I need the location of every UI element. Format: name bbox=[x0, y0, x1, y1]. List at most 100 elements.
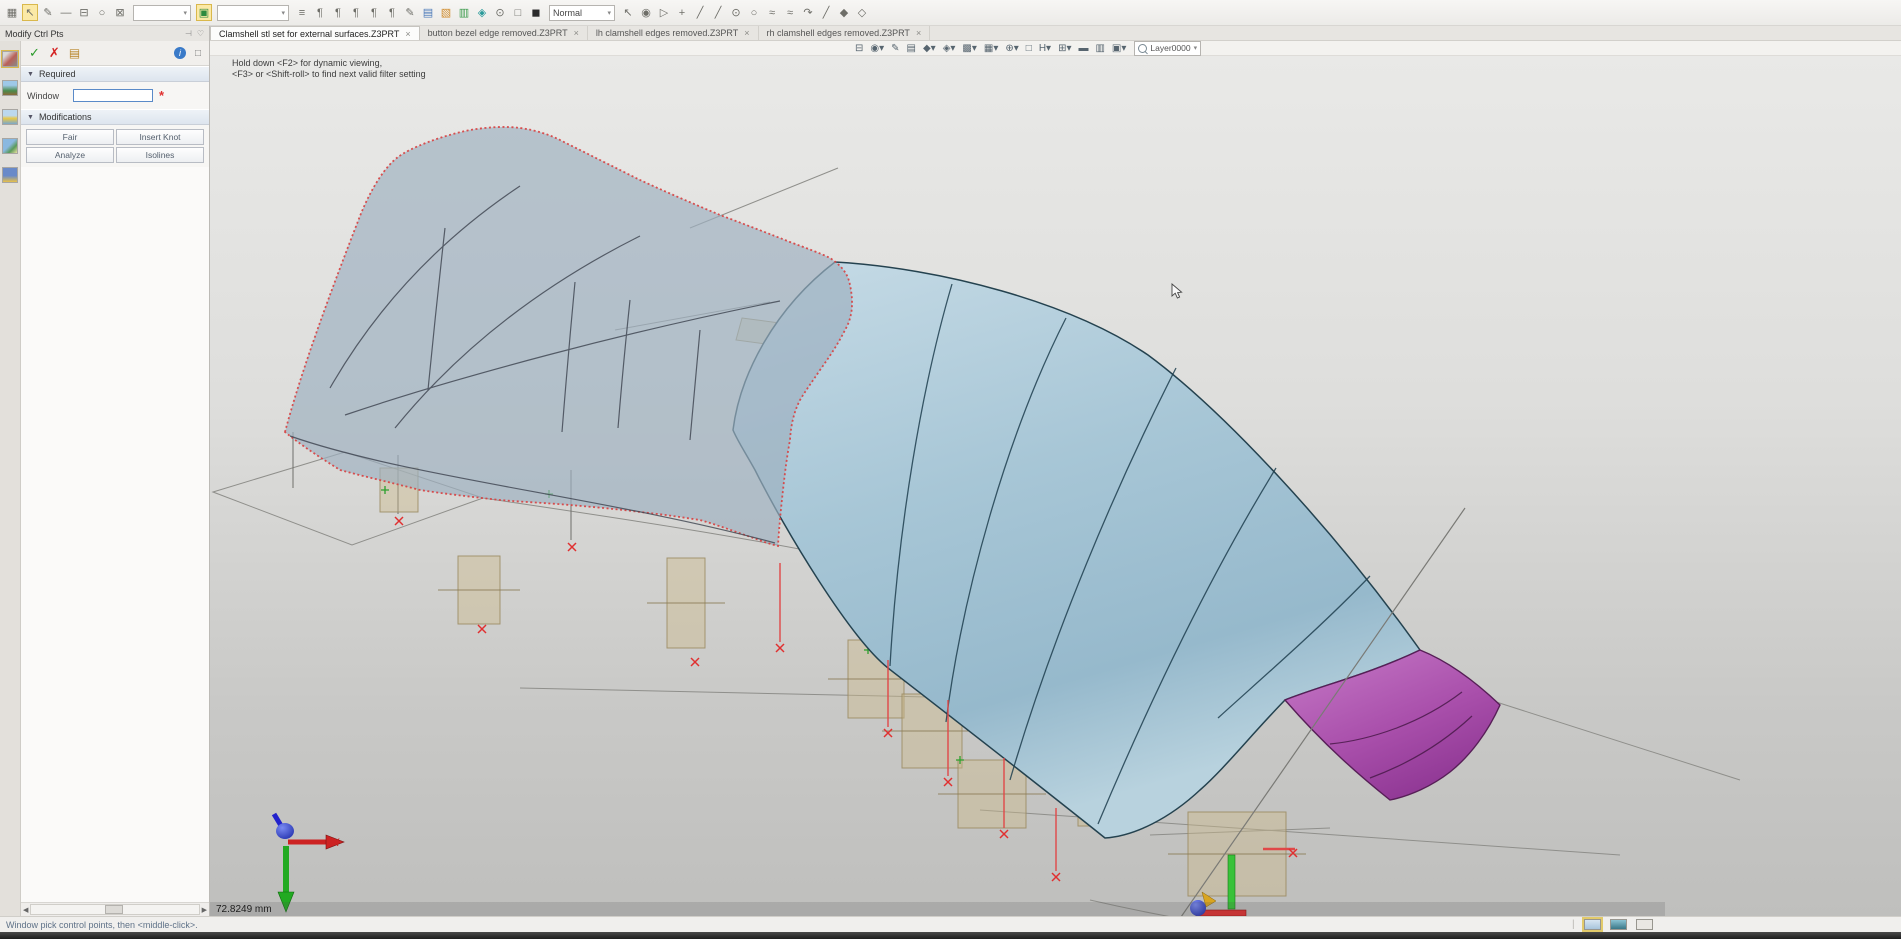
select-tool-icon[interactable]: ↖ bbox=[22, 4, 38, 21]
notebook-icon[interactable]: ▥ bbox=[456, 4, 472, 21]
line2-tool-icon[interactable]: ╱ bbox=[710, 4, 726, 21]
favorite-icon[interactable]: ♡ bbox=[197, 29, 204, 38]
section-icon[interactable]: H▾ bbox=[1039, 43, 1051, 54]
sheet-icon[interactable]: □ bbox=[510, 4, 526, 21]
clip-plane-icon[interactable]: ⊞▾ bbox=[1058, 43, 1071, 54]
pen-icon[interactable]: ✎ bbox=[402, 4, 418, 21]
search-combo[interactable]: ▾ bbox=[217, 5, 289, 21]
render-mode-icon[interactable]: ▣▾ bbox=[1112, 43, 1126, 54]
panel-body: ✓ ✗ ▤ i □ ▼ Required Window * ▼ Modifica… bbox=[21, 41, 209, 916]
dark-bar-icon[interactable]: ▬ bbox=[1078, 43, 1088, 54]
selection-filter-combo[interactable]: ▾ bbox=[133, 5, 191, 21]
ripple-icon[interactable]: ≡ bbox=[294, 4, 310, 21]
scrollbar-thumb[interactable] bbox=[105, 905, 123, 914]
blue-surface[interactable] bbox=[733, 262, 1420, 838]
reset-icon[interactable]: □ bbox=[195, 48, 201, 59]
spline-tool-icon[interactable]: ≈ bbox=[764, 4, 780, 21]
minus-tool-icon[interactable]: — bbox=[58, 4, 74, 21]
tab-clamshell-stl[interactable]: Clamshell stl set for external surfaces.… bbox=[210, 26, 420, 40]
tab-button-bezel[interactable]: button bezel edge removed.Z3PRT × bbox=[420, 26, 588, 40]
shade-mode-icon[interactable]: ◆▾ bbox=[923, 43, 936, 54]
3d-viewport[interactable]: X Hold down <F2> for dynamic viewing, <F… bbox=[210, 56, 1901, 916]
point2-tool-icon[interactable]: ◇ bbox=[854, 4, 870, 21]
window-pick-icon[interactable]: ⊟ bbox=[76, 4, 92, 21]
curve-tool-icon[interactable]: ≈ bbox=[782, 4, 798, 21]
scroll-right-arrow-icon[interactable]: ▶ bbox=[202, 906, 207, 914]
point-tool-icon[interactable]: ◆ bbox=[836, 4, 852, 21]
folder-icon[interactable]: ▧ bbox=[438, 4, 454, 21]
anchor-icon[interactable]: ⊕▾ bbox=[1005, 43, 1018, 54]
edit-view-icon[interactable]: ✎ bbox=[891, 43, 899, 54]
ok-button[interactable]: ✓ bbox=[29, 45, 40, 61]
layer-combo[interactable]: Layer0000 ▾ bbox=[1134, 41, 1201, 56]
chevron-down-icon: ▾ bbox=[278, 9, 285, 17]
cursor-icon[interactable]: ↖ bbox=[620, 4, 636, 21]
pick-pen-icon[interactable]: ✎ bbox=[40, 4, 56, 21]
play-icon[interactable]: ▷ bbox=[656, 4, 672, 21]
circle-tool-icon[interactable]: ○ bbox=[746, 4, 762, 21]
pin-icon[interactable]: ⊣ bbox=[185, 29, 192, 38]
isolines-button[interactable]: Isolines bbox=[116, 147, 204, 163]
window-input[interactable] bbox=[73, 89, 153, 102]
tab-lh-clamshell[interactable]: lh clamshell edges removed.Z3PRT × bbox=[588, 26, 759, 40]
modifications-section-header[interactable]: ▼ Modifications bbox=[21, 109, 209, 125]
marker-icon-5[interactable]: ¶ bbox=[384, 4, 400, 21]
close-icon[interactable]: × bbox=[916, 28, 921, 38]
panel-scrollbar[interactable]: ◀ ▶ bbox=[21, 902, 209, 916]
active-part-icon[interactable]: ▣ bbox=[196, 4, 212, 21]
modifications-section-label: Modifications bbox=[39, 112, 92, 122]
app-grid-icon[interactable]: ▦ bbox=[4, 4, 20, 21]
viewport-toggle-icon[interactable] bbox=[1610, 919, 1627, 930]
frame-icon[interactable]: □ bbox=[1026, 43, 1032, 54]
align-view-icon[interactable]: ⊟ bbox=[855, 43, 863, 54]
tab-label: button bezel edge removed.Z3PRT bbox=[428, 28, 568, 38]
required-section-header[interactable]: ▼ Required bbox=[21, 66, 209, 82]
polygon-pick-icon[interactable]: ⊠ bbox=[112, 4, 128, 21]
marker-icon-1[interactable]: ¶ bbox=[312, 4, 328, 21]
marker-icon-4[interactable]: ¶ bbox=[366, 4, 382, 21]
shade-swatch-icon[interactable]: ◼ bbox=[528, 4, 544, 21]
plane-display-icon[interactable]: ▥ bbox=[1095, 43, 1104, 54]
assembly-tab-icon[interactable] bbox=[2, 167, 18, 183]
line-tool-icon[interactable]: ╱ bbox=[692, 4, 708, 21]
analyze-button[interactable]: Analyze bbox=[26, 147, 114, 163]
arc-tool-icon[interactable]: ↷ bbox=[800, 4, 816, 21]
panel-toggle-icon[interactable] bbox=[1584, 919, 1601, 930]
cancel-button[interactable]: ✗ bbox=[49, 45, 60, 61]
display-mode-icon[interactable]: ◈▾ bbox=[943, 43, 956, 54]
plus-icon[interactable]: + bbox=[674, 4, 690, 21]
marker-icon-3[interactable]: ¶ bbox=[348, 4, 364, 21]
scroll-left-arrow-icon[interactable]: ◀ bbox=[23, 906, 28, 914]
close-icon[interactable]: × bbox=[574, 28, 579, 38]
close-icon[interactable]: × bbox=[744, 28, 749, 38]
layer-panel-icon[interactable]: ▤ bbox=[907, 43, 916, 54]
scrollbar-track[interactable] bbox=[30, 904, 199, 915]
image-tab-icon[interactable] bbox=[2, 138, 18, 154]
prompt-line-1: Hold down <F2> for dynamic viewing, bbox=[232, 58, 426, 69]
target-icon[interactable]: ◉ bbox=[638, 4, 654, 21]
segment-tool-icon[interactable]: ╱ bbox=[818, 4, 834, 21]
view-manager-tab-icon[interactable] bbox=[2, 109, 18, 125]
close-icon[interactable]: × bbox=[405, 29, 410, 39]
selection-tools-group: ▦↖✎—⊟○⊠ bbox=[4, 4, 128, 21]
circle-center-icon[interactable]: ⊙ bbox=[728, 4, 744, 21]
insert-knot-button[interactable]: Insert Knot bbox=[116, 129, 204, 145]
visual-style-icon[interactable]: ▩▾ bbox=[962, 43, 976, 54]
red-mesh-surface[interactable] bbox=[285, 127, 852, 546]
fair-button[interactable]: Fair bbox=[26, 129, 114, 145]
history-clock-icon[interactable]: ⊙ bbox=[492, 4, 508, 21]
circle-pick-icon[interactable]: ○ bbox=[94, 4, 110, 21]
render-style-combo[interactable]: Normal ▾ bbox=[549, 5, 615, 21]
sketch-tools-group: ↖◉▷+╱╱⊙○≈≈↷╱◆◇ bbox=[620, 4, 870, 21]
history-tab-icon[interactable] bbox=[2, 80, 18, 96]
apply-button[interactable]: ▤ bbox=[69, 46, 80, 60]
material-icon[interactable]: ◈ bbox=[474, 4, 490, 21]
tab-rh-clamshell[interactable]: rh clamshell edges removed.Z3PRT × bbox=[759, 26, 931, 40]
grid-toggle-icon[interactable]: ▦▾ bbox=[984, 43, 998, 54]
info-icon[interactable]: i bbox=[174, 47, 186, 59]
layers-icon[interactable]: ▤ bbox=[420, 4, 436, 21]
shape-tab-icon[interactable] bbox=[2, 51, 18, 67]
marker-icon-2[interactable]: ¶ bbox=[330, 4, 346, 21]
window-toggle-icon[interactable] bbox=[1636, 919, 1653, 930]
view-orient-icon[interactable]: ◉▾ bbox=[870, 43, 884, 54]
